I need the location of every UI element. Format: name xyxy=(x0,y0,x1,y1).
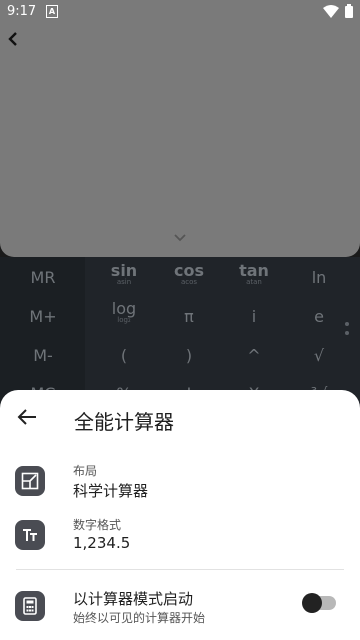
toggle-knob xyxy=(302,593,322,613)
key-ln[interactable]: ln xyxy=(295,268,343,287)
key-e[interactable]: e xyxy=(295,307,343,326)
layout-icon xyxy=(15,466,45,496)
launch-mode-sub: 始终以可见的计算器开始 xyxy=(73,611,206,625)
key-cos[interactable]: cos acos xyxy=(165,261,213,286)
back-arrow-icon[interactable] xyxy=(6,30,20,48)
layout-value: 科学计算器 xyxy=(73,482,149,500)
key-m-minus[interactable]: M- xyxy=(22,346,64,365)
status-time: 9:17 xyxy=(7,4,37,19)
key-sin[interactable]: sin asin xyxy=(100,261,148,286)
key-mr[interactable]: MR xyxy=(22,268,64,287)
chevron-down-icon[interactable] xyxy=(173,233,187,243)
layout-label: 布局 xyxy=(73,464,98,478)
number-format-label: 数字格式 xyxy=(73,518,122,532)
key-close-paren[interactable]: ) xyxy=(165,346,213,365)
notification-a-icon: A xyxy=(46,5,58,18)
calculator-icon xyxy=(15,591,45,621)
launch-mode-label: 以计算器模式启动 xyxy=(73,590,194,608)
key-i[interactable]: i xyxy=(230,307,278,326)
wifi-icon xyxy=(323,5,339,18)
key-sqrt[interactable]: √ xyxy=(295,346,343,365)
calculator-display xyxy=(0,0,360,257)
key-pi[interactable]: π xyxy=(165,307,213,326)
settings-sheet: 全能计算器 布局 科学计算器 数字格式 1,234.5 以计算器模式启动 始终以… xyxy=(0,390,360,640)
sheet-title: 全能计算器 xyxy=(74,410,174,434)
launch-mode-toggle[interactable] xyxy=(302,593,336,613)
more-dots-icon[interactable] xyxy=(345,322,349,340)
key-power[interactable]: ^ xyxy=(230,346,278,365)
arrow-left-icon[interactable] xyxy=(16,408,38,426)
divider xyxy=(16,569,344,570)
key-open-paren[interactable]: ( xyxy=(100,346,148,365)
text-format-icon xyxy=(15,520,45,550)
key-tan[interactable]: tan atan xyxy=(230,261,278,286)
key-m-plus[interactable]: M+ xyxy=(22,307,64,326)
key-log[interactable]: log log₂ xyxy=(100,299,148,324)
status-bar: 9:17 A xyxy=(0,0,360,24)
number-format-value: 1,234.5 xyxy=(73,534,131,552)
battery-icon xyxy=(345,4,353,18)
